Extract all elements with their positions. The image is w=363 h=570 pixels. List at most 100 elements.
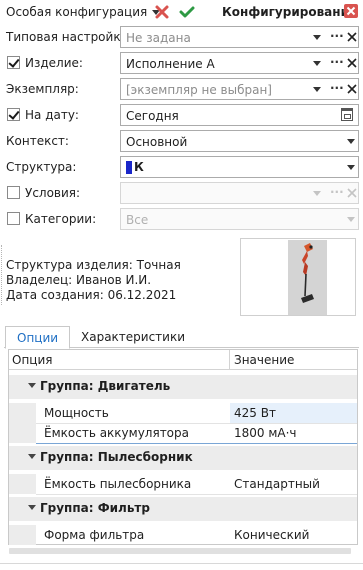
chevron-down-icon[interactable] <box>313 35 321 40</box>
table-row[interactable]: Ёмкость пылесборника Стандартный <box>9 474 357 494</box>
config-selector[interactable]: Особая конфигурация <box>6 5 161 19</box>
preview-image-frame <box>288 240 327 315</box>
more-icon[interactable]: ··· <box>330 82 344 94</box>
context-field[interactable]: Основной <box>120 130 359 152</box>
table-row[interactable]: Форма фильтра Конический <box>9 525 357 545</box>
group-title: Группа: Двигатель <box>40 379 171 393</box>
vacuum-cleaner-image <box>301 243 314 303</box>
chevron-down-icon <box>313 191 321 196</box>
panel-header: Особая конфигурация Конфигурирование <box>0 0 363 26</box>
scrollbar-thumb[interactable] <box>9 548 351 554</box>
config-selector-label: Особая конфигурация <box>6 5 148 19</box>
table-row[interactable]: Ёмкость аккумулятора 1800 мА·ч <box>9 423 357 443</box>
splitter-handle[interactable] <box>1 245 3 305</box>
structure-field[interactable]: К <box>120 156 359 178</box>
group-title: Группа: Пылесборник <box>40 450 193 464</box>
clear-icon[interactable] <box>347 31 357 42</box>
collapse-icon[interactable] <box>28 454 36 459</box>
group-row[interactable]: Группа: Двигатель <box>9 375 357 399</box>
option-value[interactable]: Стандартный <box>234 477 320 491</box>
column-separator[interactable] <box>229 350 230 370</box>
categories-checkbox[interactable] <box>7 212 20 225</box>
conditions-field: ··· <box>120 182 359 204</box>
table-row[interactable]: Мощность 425 Вт <box>9 403 357 423</box>
option-value[interactable]: 1800 мА·ч <box>234 426 297 440</box>
calendar-icon[interactable] <box>341 108 353 121</box>
row-divider <box>36 443 357 444</box>
tab-characteristics[interactable]: Характеристики <box>70 326 196 349</box>
option-name: Мощность <box>44 406 109 420</box>
clear-icon[interactable] <box>347 57 357 68</box>
chevron-down-icon <box>347 217 355 222</box>
group-row[interactable]: Группа: Пылесборник <box>9 446 357 470</box>
product-label: Изделие: <box>25 56 83 70</box>
instance-label: Экземпляр: <box>6 82 79 96</box>
typical-setting-value: Не задана <box>126 31 191 45</box>
on-date-checkbox[interactable] <box>7 108 20 121</box>
option-name: Ёмкость аккумулятора <box>44 426 189 440</box>
structure-value: К <box>134 160 144 174</box>
tab-options-label: Опции <box>17 331 59 345</box>
product-preview-image <box>240 238 356 316</box>
option-value[interactable]: Конический <box>234 528 309 542</box>
more-icon[interactable]: ··· <box>330 30 344 42</box>
product-row: Изделие: Исполнение А ··· <box>0 51 363 75</box>
created-info: Дата создания: 06.12.2021 <box>6 288 177 302</box>
chevron-down-icon[interactable] <box>347 139 355 144</box>
options-grid: Опция Значение Группа: Двигатель Мощност… <box>8 349 358 545</box>
cancel-icon[interactable] <box>154 4 170 20</box>
conditions-label: Условия: <box>25 186 81 200</box>
bottom-divider <box>0 563 363 564</box>
option-name: Ёмкость пылесборника <box>44 477 192 491</box>
clear-icon[interactable] <box>347 83 357 94</box>
categories-value: Все <box>126 213 149 227</box>
panel-title: Конфигурирование <box>222 5 358 19</box>
collapse-icon[interactable] <box>28 505 36 510</box>
categories-label: Категории: <box>25 212 97 226</box>
instance-field[interactable]: [экземпляр не выбран] ··· <box>120 78 359 100</box>
close-icon[interactable] <box>344 4 358 18</box>
group-row[interactable]: Группа: Фильтр <box>9 497 357 521</box>
typical-setting-row: Типовая настройка: Не задана ··· <box>0 25 363 49</box>
context-label: Контекст: <box>6 134 69 148</box>
typical-setting-field[interactable]: Не задана ··· <box>120 26 359 48</box>
tab-characteristics-label: Характеристики <box>81 330 186 344</box>
typical-setting-label: Типовая настройка: <box>6 30 132 44</box>
chevron-down-icon[interactable] <box>313 87 321 92</box>
categories-field: Все <box>120 208 359 230</box>
structure-color-marker <box>126 161 132 174</box>
on-date-field[interactable]: Сегодня <box>120 104 359 126</box>
tab-options[interactable]: Опции <box>5 326 71 349</box>
structure-info: Структура изделия: Точная <box>6 258 181 272</box>
column-header-option[interactable]: Опция <box>12 353 52 367</box>
conditions-row: Условия: ··· <box>0 181 363 205</box>
owner-info: Владелец: Иванов И.И. <box>6 273 152 287</box>
clear-icon <box>347 187 357 198</box>
row-indent <box>9 403 36 423</box>
row-indent <box>9 525 36 545</box>
categories-row: Категории: Все <box>0 207 363 231</box>
structure-row: Структура: К <box>0 155 363 179</box>
option-name: Форма фильтра <box>44 528 145 542</box>
confirm-check-icon[interactable] <box>179 4 195 20</box>
grid-header: Опция Значение <box>9 350 357 370</box>
chevron-down-icon[interactable] <box>313 61 321 66</box>
option-value[interactable]: 425 Вт <box>230 403 357 423</box>
more-icon: ··· <box>330 185 344 199</box>
product-field[interactable]: Исполнение А ··· <box>120 52 359 74</box>
structure-label: Структура: <box>6 160 77 174</box>
column-header-value[interactable]: Значение <box>234 353 294 367</box>
row-indent <box>9 423 36 443</box>
instance-value: [экземпляр не выбран] <box>126 83 272 97</box>
instance-row: Экземпляр: [экземпляр не выбран] ··· <box>0 77 363 101</box>
more-icon[interactable]: ··· <box>330 56 344 68</box>
product-checkbox[interactable] <box>7 56 20 69</box>
conditions-checkbox[interactable] <box>7 186 20 199</box>
chevron-down-icon[interactable] <box>347 165 355 170</box>
on-date-value: Сегодня <box>126 109 179 123</box>
group-title: Группа: Фильтр <box>40 501 150 515</box>
tab-bar: Опции Характеристики <box>4 326 359 349</box>
on-date-row: На дату: Сегодня <box>0 103 363 127</box>
horizontal-scrollbar[interactable] <box>9 546 357 556</box>
collapse-icon[interactable] <box>28 383 36 388</box>
